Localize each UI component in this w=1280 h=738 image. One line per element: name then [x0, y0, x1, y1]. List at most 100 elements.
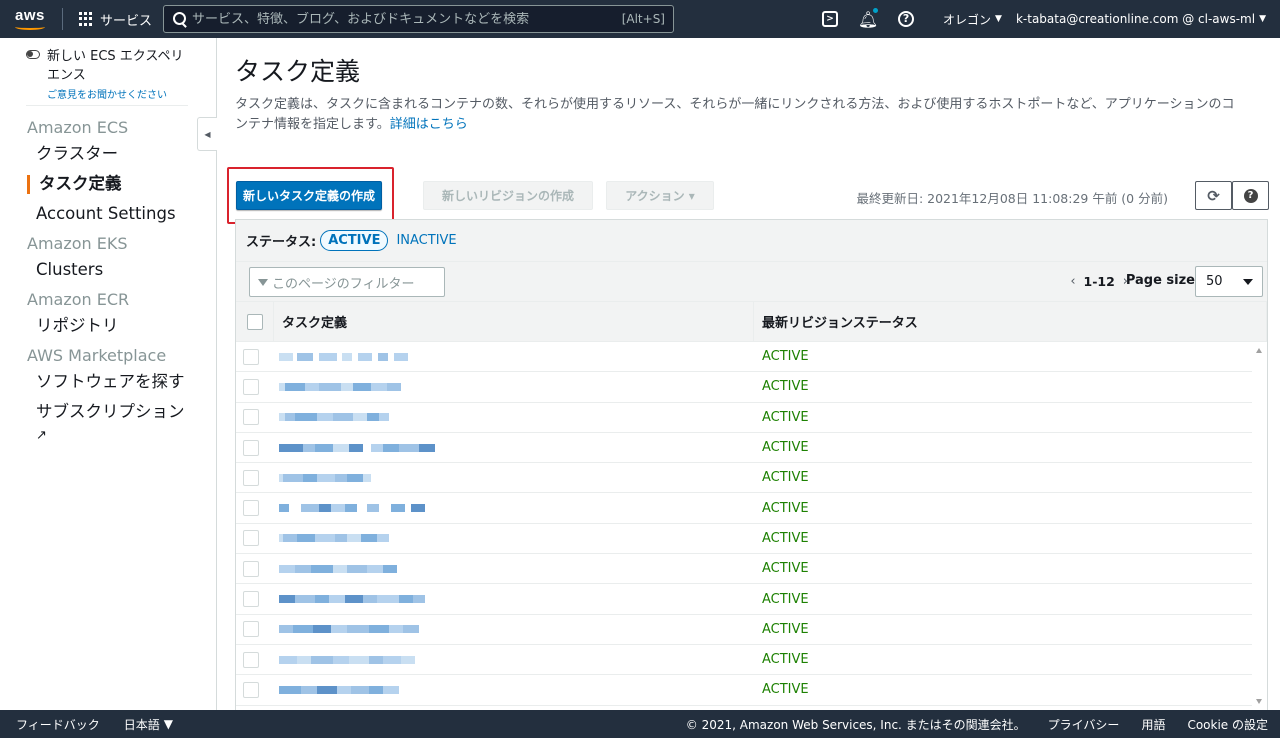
aws-logo[interactable]: aws — [0, 0, 60, 38]
terms-link[interactable]: 用語 — [1141, 716, 1165, 733]
sidebar-item-task-definitions[interactable]: タスク定義 — [27, 173, 197, 195]
row-checkbox[interactable] — [243, 621, 259, 638]
scroll-up-icon[interactable] — [1256, 348, 1262, 353]
refresh-button[interactable]: ⟳ — [1195, 181, 1232, 210]
table-row[interactable]: ACTIVE — [236, 554, 1252, 585]
latest-revision-status: ACTIVE — [762, 682, 809, 698]
privacy-link[interactable]: プライバシー — [1048, 716, 1120, 733]
table-row[interactable]: ACTIVE — [236, 372, 1252, 403]
table-row[interactable]: ACTIVE — [236, 463, 1252, 494]
redacted-name — [279, 655, 415, 664]
table-scrollbar[interactable] — [1253, 342, 1267, 710]
help-button[interactable]: ? — [897, 10, 915, 28]
table-help-button[interactable]: ? — [1232, 181, 1269, 210]
sidebar-item-eks-clusters[interactable]: Clusters — [27, 259, 197, 281]
task-definition-name-link[interactable] — [266, 504, 754, 513]
feedback-link[interactable]: ご意見をお聞かせください — [28, 86, 188, 101]
account-menu[interactable]: k-tabata@creationline.com @ cl-aws-ml ▼ — [1016, 12, 1280, 26]
language-selector[interactable]: 日本語 ▼ — [124, 716, 173, 733]
aws-smile-icon — [15, 24, 45, 30]
notifications-button[interactable]: 🔔︎ — [858, 8, 879, 29]
table-row[interactable]: ACTIVE — [236, 615, 1252, 645]
footer-feedback-link[interactable]: フィードバック — [0, 716, 100, 733]
region-label: オレゴン — [943, 12, 992, 27]
task-definition-name-link[interactable] — [266, 595, 754, 604]
page-filter-input[interactable]: このページのフィルター — [249, 267, 445, 297]
latest-revision-status: ACTIVE — [762, 652, 809, 668]
latest-revision-status: ACTIVE — [762, 530, 809, 546]
search-input[interactable] — [192, 11, 622, 27]
sidebar-item-subscriptions[interactable]: サブスクリプション ↗ — [27, 401, 197, 447]
row-checkbox-cell — [236, 409, 266, 426]
table-row[interactable]: ACTIVE — [236, 524, 1252, 555]
row-checkbox[interactable] — [243, 651, 259, 668]
task-definition-name-link[interactable] — [266, 564, 754, 573]
table-row[interactable]: ACTIVE — [236, 584, 1252, 615]
column-header-task-definition[interactable]: タスク定義 — [274, 302, 754, 341]
row-checkbox[interactable] — [243, 409, 259, 426]
redacted-name — [279, 685, 399, 694]
row-checkbox[interactable] — [243, 469, 259, 486]
task-definition-name-link[interactable] — [266, 655, 754, 664]
sidebar-item-repositories[interactable]: リポジトリ — [27, 315, 197, 337]
page-size-select[interactable]: 50 — [1195, 266, 1263, 297]
create-task-definition-button[interactable]: 新しいタスク定義の作成 — [236, 181, 382, 210]
new-experience-toggle[interactable]: 新しい ECS エクスペリエンス ご意見をお聞かせください — [26, 47, 188, 101]
task-definition-name-link[interactable] — [266, 473, 754, 482]
task-definition-name-link[interactable] — [266, 413, 754, 422]
redacted-name — [279, 352, 408, 361]
prev-page-icon[interactable]: ‹ — [1070, 274, 1075, 289]
task-definition-name-link[interactable] — [266, 352, 754, 361]
latest-revision-status: ACTIVE — [762, 379, 809, 395]
row-checkbox[interactable] — [243, 378, 259, 395]
table-row[interactable]: ACTIVE — [236, 403, 1252, 433]
services-menu-button[interactable]: サービス — [69, 0, 162, 38]
region-selector[interactable]: オレゴン ▼ — [925, 11, 1016, 28]
latest-revision-status: ACTIVE — [762, 349, 809, 365]
latest-revision-status: ACTIVE — [762, 440, 809, 456]
row-checkbox[interactable] — [243, 348, 259, 365]
row-checkbox-cell — [236, 621, 266, 638]
global-search[interactable]: [Alt+S] — [163, 5, 674, 33]
row-checkbox[interactable] — [243, 591, 259, 608]
toggle-icon[interactable] — [26, 50, 40, 59]
sidebar-item-account-settings[interactable]: Account Settings — [27, 203, 197, 225]
cookie-settings-link[interactable]: Cookie の設定 — [1187, 716, 1268, 733]
sidebar-item-clusters[interactable]: クラスター — [27, 143, 197, 165]
learn-more-link[interactable]: 詳細はこちら — [390, 117, 468, 132]
row-checkbox[interactable] — [243, 681, 259, 698]
row-checkbox-cell — [236, 591, 266, 608]
redacted-name — [279, 564, 397, 573]
redacted-name — [279, 382, 401, 391]
task-definition-name-link[interactable] — [266, 382, 754, 391]
task-definition-name-link[interactable] — [266, 534, 754, 543]
notification-dot — [873, 8, 879, 13]
status-filter-inactive[interactable]: INACTIVE — [396, 233, 456, 248]
nav-divider — [62, 8, 63, 30]
task-definition-name-link[interactable] — [266, 443, 754, 452]
latest-revision-status: ACTIVE — [762, 561, 809, 577]
scroll-down-icon[interactable] — [1256, 699, 1262, 704]
cloudshell-button[interactable]: > — [821, 10, 839, 28]
row-checkbox[interactable] — [243, 530, 259, 547]
task-definition-name-link[interactable] — [266, 685, 754, 694]
actions-button[interactable]: アクション ▾ — [606, 181, 714, 210]
row-checkbox[interactable] — [243, 500, 259, 517]
table-row[interactable]: ACTIVE — [236, 645, 1252, 676]
row-checkbox[interactable] — [243, 560, 259, 577]
row-checkbox[interactable] — [243, 439, 259, 456]
sidebar-divider — [26, 105, 188, 106]
create-revision-button[interactable]: 新しいリビジョンの作成 — [423, 181, 593, 210]
redacted-name — [279, 595, 425, 604]
table-row[interactable]: ACTIVE — [236, 675, 1252, 706]
table-row[interactable]: ACTIVE — [236, 342, 1252, 373]
latest-revision-status: ACTIVE — [762, 500, 809, 516]
sidebar-item-discover-software[interactable]: ソフトウェアを探す — [27, 371, 197, 393]
status-filter-active[interactable]: ACTIVE — [320, 230, 389, 251]
column-header-latest-status[interactable]: 最新リビジョンステータス — [754, 302, 1267, 341]
table-row[interactable]: ACTIVE — [236, 493, 1252, 524]
sidebar-collapse-button[interactable]: ◀ — [197, 117, 217, 151]
task-definition-name-link[interactable] — [266, 625, 754, 634]
select-all-checkbox[interactable] — [246, 313, 263, 330]
table-row[interactable]: ACTIVE — [236, 433, 1252, 464]
